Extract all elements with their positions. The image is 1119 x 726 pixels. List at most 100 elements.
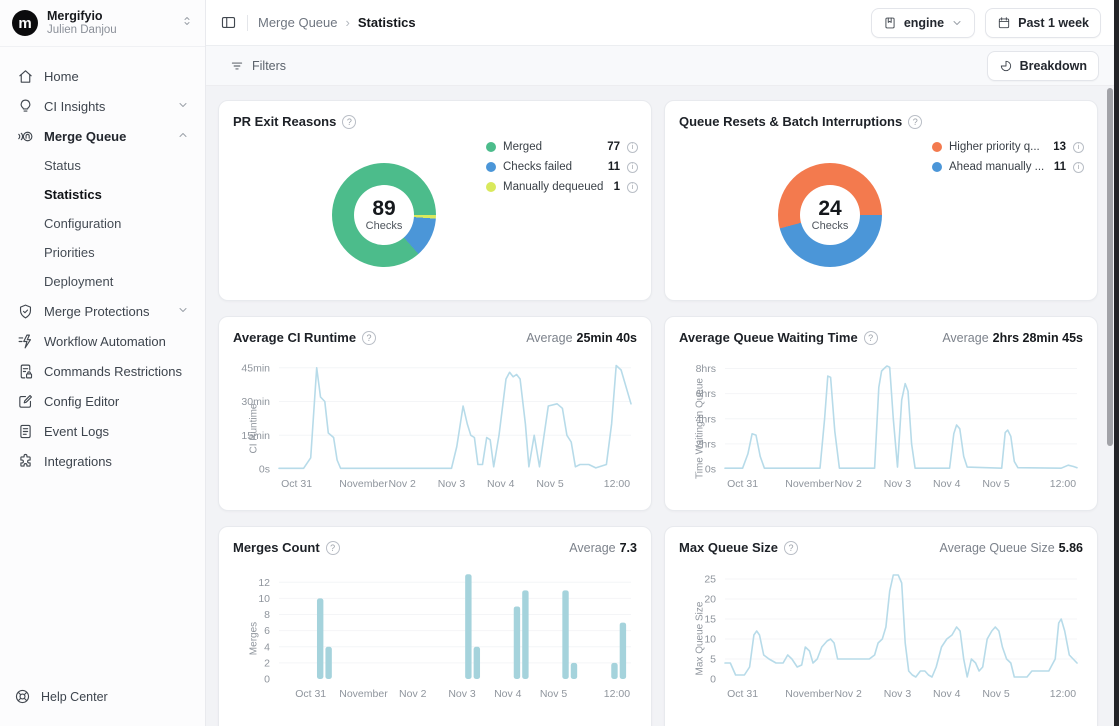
date-range-button[interactable]: Past 1 week xyxy=(985,8,1101,38)
merge-queue-icon xyxy=(16,127,34,145)
sidebar-item-statistics[interactable]: Statistics xyxy=(8,180,197,209)
breadcrumb-separator: › xyxy=(346,15,350,30)
card-title: Merges Count xyxy=(233,540,320,555)
chevron-down-icon xyxy=(951,17,963,29)
filter-bar: Filters Breakdown xyxy=(206,46,1119,86)
legend-dot xyxy=(486,182,496,192)
chevron-up-down-icon xyxy=(181,14,193,32)
legend-dot xyxy=(486,142,496,152)
svg-text:Oct 31: Oct 31 xyxy=(295,688,326,700)
average-value: Average25min 40s xyxy=(526,331,637,345)
help-icon[interactable]: ? xyxy=(784,541,798,555)
sidebar-item-ci-insights[interactable]: CI Insights xyxy=(8,91,197,121)
sidebar-item-event-logs[interactable]: Event Logs xyxy=(8,416,197,446)
chevron-up-icon xyxy=(177,129,189,144)
svg-text:Nov 4: Nov 4 xyxy=(494,688,522,700)
org-user: Julien Danjou xyxy=(47,24,172,37)
queue-select-button[interactable]: engine xyxy=(871,8,975,38)
ci-runtime-line-chart[interactable]: 45min30min15min0sOct 31NovemberNov 2Nov … xyxy=(233,351,639,499)
sidebar-item-configuration[interactable]: Configuration xyxy=(8,209,197,238)
document-lock-icon xyxy=(16,362,34,380)
help-icon[interactable]: ? xyxy=(864,331,878,345)
breadcrumb-merge-queue[interactable]: Merge Queue xyxy=(258,15,338,30)
calendar-icon xyxy=(997,16,1011,30)
info-icon[interactable]: i xyxy=(627,162,638,173)
help-center-button[interactable]: Help Center xyxy=(14,688,191,706)
merges-count-bar-chart[interactable]: 121086420Oct 31NovemberNov 2Nov 3Nov 4No… xyxy=(233,561,639,709)
sidebar-nav: Home CI Insights Merge Queue Status Stat… xyxy=(0,47,205,676)
legend-item: Manually dequeued 1 i xyxy=(486,177,638,197)
queue-waiting-line-chart[interactable]: 8hrs6hrs4hrs2hrs0sOct 31NovemberNov 2Nov… xyxy=(679,351,1085,499)
org-avatar: m xyxy=(12,10,38,36)
card-max-queue-size: Max Queue Size ? Average Queue Size5.86 … xyxy=(664,526,1098,726)
help-icon[interactable]: ? xyxy=(326,541,340,555)
card-title: Queue Resets & Batch Interruptions xyxy=(679,114,902,129)
svg-text:Nov 5: Nov 5 xyxy=(982,688,1010,700)
svg-text:4: 4 xyxy=(264,641,270,653)
sidebar-item-workflow-automation[interactable]: Workflow Automation xyxy=(8,326,197,356)
svg-text:Oct 31: Oct 31 xyxy=(727,688,758,700)
pr-exit-donut-chart[interactable]: 89 Checks xyxy=(332,163,436,267)
svg-text:12:00: 12:00 xyxy=(1050,478,1076,490)
svg-text:November: November xyxy=(785,478,834,490)
info-icon[interactable]: i xyxy=(627,142,638,153)
breakdown-button[interactable]: Breakdown xyxy=(987,51,1099,81)
svg-text:0s: 0s xyxy=(259,464,270,476)
lifebuoy-icon xyxy=(14,688,32,706)
vertical-scrollbar[interactable] xyxy=(1107,88,1113,446)
legend-dot xyxy=(932,142,942,152)
svg-text:November: November xyxy=(339,478,388,490)
workflow-lightning-icon xyxy=(16,332,34,350)
legend-item: Higher priority q... 13 i xyxy=(932,137,1084,157)
info-icon[interactable]: i xyxy=(1073,162,1084,173)
help-icon[interactable]: ? xyxy=(342,115,356,129)
svg-text:Nov 3: Nov 3 xyxy=(884,688,912,700)
sidebar-item-integrations[interactable]: Integrations xyxy=(8,446,197,476)
panel-icon xyxy=(220,14,237,31)
lightbulb-icon xyxy=(16,97,34,115)
info-icon[interactable]: i xyxy=(627,182,638,193)
filter-icon xyxy=(230,59,244,73)
svg-text:0: 0 xyxy=(264,674,270,686)
sidebar-item-merge-queue[interactable]: Merge Queue xyxy=(8,121,197,151)
svg-text:Nov 3: Nov 3 xyxy=(448,688,476,700)
card-average-queue-waiting-time: Average Queue Waiting Time ? Average2hrs… xyxy=(664,316,1098,511)
filters-button[interactable]: Filters xyxy=(222,54,294,78)
sidebar-item-deployment[interactable]: Deployment xyxy=(8,267,197,296)
legend-dot xyxy=(932,162,942,172)
info-icon[interactable]: i xyxy=(1073,142,1084,153)
legend: Merged 77 i Checks failed 11 i Man xyxy=(486,137,638,197)
org-switcher[interactable]: m Mergifyio Julien Danjou xyxy=(0,0,205,47)
legend-item: Ahead manually ... 11 i xyxy=(932,157,1084,177)
svg-text:Nov 3: Nov 3 xyxy=(884,478,912,490)
sidebar-item-merge-protections[interactable]: Merge Protections xyxy=(8,296,197,326)
svg-text:Nov 5: Nov 5 xyxy=(982,478,1010,490)
card-queue-resets: Queue Resets & Batch Interruptions ? 24 … xyxy=(664,100,1098,301)
svg-text:Oct 31: Oct 31 xyxy=(281,478,312,490)
sidebar-item-status[interactable]: Status xyxy=(8,151,197,180)
sidebar: m Mergifyio Julien Danjou Home CI Insigh… xyxy=(0,0,206,726)
sidebar-item-config-editor[interactable]: Config Editor xyxy=(8,386,197,416)
help-icon[interactable]: ? xyxy=(908,115,922,129)
queue-resets-donut-chart[interactable]: 24 Checks xyxy=(778,163,882,267)
sidebar-item-priorities[interactable]: Priorities xyxy=(8,238,197,267)
pie-chart-icon xyxy=(999,59,1013,73)
svg-text:10: 10 xyxy=(258,593,270,605)
legend: Higher priority q... 13 i Ahead manually… xyxy=(932,137,1084,177)
svg-text:20: 20 xyxy=(704,594,716,606)
svg-text:5: 5 xyxy=(710,654,716,666)
card-title: PR Exit Reasons xyxy=(233,114,336,129)
svg-text:Nov 3: Nov 3 xyxy=(438,478,466,490)
svg-text:Nov 5: Nov 5 xyxy=(540,688,568,700)
card-title: Max Queue Size xyxy=(679,540,778,555)
max-queue-size-line-chart[interactable]: 2520151050Oct 31NovemberNov 2Nov 3Nov 4N… xyxy=(679,561,1085,709)
sidebar-toggle-button[interactable] xyxy=(220,14,237,31)
dashboard-content: PR Exit Reasons ? 89 Checks Merged xyxy=(206,86,1119,726)
svg-text:Nov 2: Nov 2 xyxy=(399,688,427,700)
svg-text:November: November xyxy=(785,688,834,700)
sidebar-item-commands-restrictions[interactable]: Commands Restrictions xyxy=(8,356,197,386)
sidebar-item-home[interactable]: Home xyxy=(8,61,197,91)
main-area: Merge Queue › Statistics engine Past 1 w… xyxy=(206,0,1119,726)
help-icon[interactable]: ? xyxy=(362,331,376,345)
divider xyxy=(247,15,248,31)
